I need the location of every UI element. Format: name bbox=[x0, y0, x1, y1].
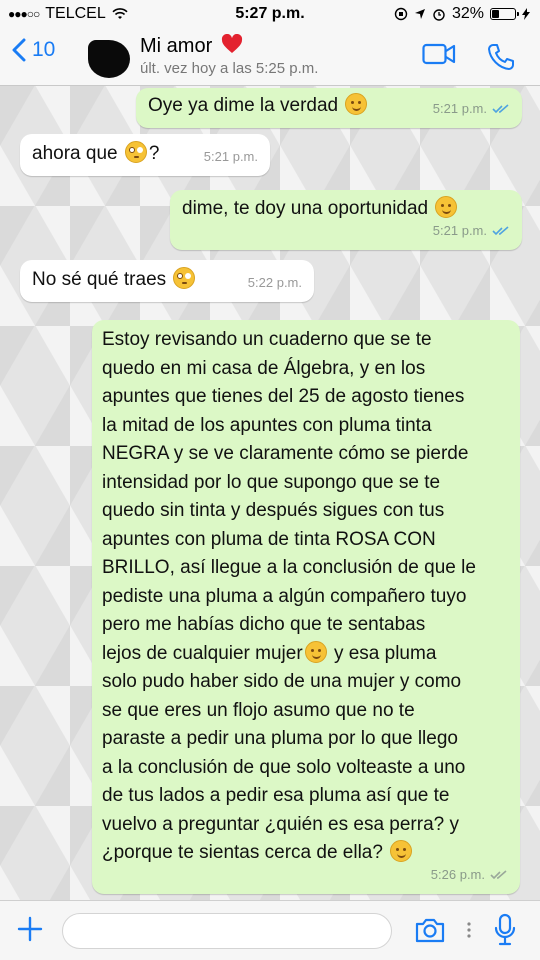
voice-call-button[interactable] bbox=[486, 42, 516, 77]
message-text: No sé qué traes bbox=[32, 269, 167, 290]
smile-emoji bbox=[390, 840, 413, 862]
message-bubble-outgoing[interactable]: dime, te doy una oportunidad 5:21 p.m. bbox=[170, 190, 522, 250]
message-text: dime, te doy una oportunidad bbox=[182, 198, 429, 219]
vertical-dots-icon bbox=[467, 922, 471, 938]
message-text: Oye ya dime la verdad bbox=[148, 95, 339, 116]
alarm-icon bbox=[433, 9, 445, 21]
message-time: 5:21 p.m. bbox=[432, 222, 487, 238]
more-options-button[interactable] bbox=[466, 921, 472, 944]
delivered-receipt-icon bbox=[490, 870, 507, 879]
input-bar bbox=[0, 900, 540, 960]
message-bubble-outgoing[interactable]: Oye ya dime la verdad 5:21 p.m. bbox=[136, 88, 522, 128]
camera-button[interactable] bbox=[414, 916, 446, 949]
smile-emoji bbox=[435, 196, 458, 218]
message-bubble-incoming[interactable]: No sé qué traes 5:22 p.m. bbox=[20, 260, 314, 302]
message-time: 5:21 p.m. bbox=[432, 100, 487, 116]
message-time: 5:22 p.m. bbox=[247, 274, 302, 290]
message-time: 5:26 p.m. bbox=[430, 866, 485, 882]
message-text: Estoy revisando un cuaderno que se te qu… bbox=[102, 326, 514, 868]
smile-emoji bbox=[345, 93, 368, 115]
flushed-emoji bbox=[124, 141, 147, 163]
contact-name-text: Mi amor bbox=[140, 35, 213, 57]
message-text-part1: Estoy revisando un cuaderno que se te qu… bbox=[102, 329, 476, 664]
status-right: 32% bbox=[394, 5, 530, 23]
charging-bolt-icon bbox=[522, 8, 530, 20]
battery-percent: 32% bbox=[451, 5, 484, 22]
contact-name[interactable]: Mi amor bbox=[140, 33, 243, 58]
message-bubble-outgoing[interactable]: Estoy revisando un cuaderno que se te qu… bbox=[92, 320, 520, 894]
video-camera-icon bbox=[422, 43, 456, 65]
message-meta: 5:22 p.m. bbox=[248, 269, 302, 298]
smile-emoji bbox=[304, 640, 327, 663]
phone-icon bbox=[488, 44, 514, 70]
read-receipt-icon bbox=[492, 104, 509, 113]
heart-icon bbox=[221, 33, 242, 53]
chat-header: 10 Mi amor últ. vez hoy a las 5:25 p.m. bbox=[0, 28, 540, 86]
unread-count: 10 bbox=[32, 38, 56, 61]
back-button[interactable]: 10 bbox=[12, 38, 55, 62]
last-seen: últ. vez hoy a las 5:25 p.m. bbox=[140, 60, 319, 77]
voice-message-button[interactable] bbox=[494, 913, 516, 952]
message-suffix: ? bbox=[148, 143, 160, 164]
message-text-part2: y esa pluma solo pudo haber sido de una … bbox=[102, 642, 466, 864]
message-time: 5:21 p.m. bbox=[203, 148, 258, 164]
read-receipt-icon bbox=[492, 226, 509, 235]
location-arrow-icon bbox=[414, 9, 425, 19]
avatar[interactable] bbox=[88, 40, 130, 78]
message-meta: 5:21 p.m. bbox=[204, 143, 258, 172]
attach-button[interactable] bbox=[16, 915, 44, 948]
message-meta: 5:21 p.m. bbox=[433, 217, 510, 246]
message-meta: 5:21 p.m. bbox=[433, 95, 510, 124]
microphone-icon bbox=[494, 913, 516, 946]
message-text: ahora que bbox=[32, 143, 118, 164]
video-call-button[interactable] bbox=[422, 42, 456, 71]
chevron-left-icon bbox=[12, 38, 26, 62]
battery-icon bbox=[490, 8, 519, 20]
flushed-emoji bbox=[173, 267, 196, 289]
plus-icon bbox=[17, 916, 43, 942]
screen-rotation-lock-icon bbox=[394, 7, 408, 21]
message-bubble-incoming[interactable]: ahora que ? 5:21 p.m. bbox=[20, 134, 270, 176]
status-bar: ●●●○○ TELCEL 5:27 p.m. 32% bbox=[0, 0, 540, 28]
message-input[interactable] bbox=[62, 913, 392, 949]
camera-icon bbox=[415, 918, 445, 943]
chat-area[interactable]: Oye ya dime la verdad 5:21 p.m. ahora qu… bbox=[0, 86, 540, 900]
message-meta: 5:26 p.m. bbox=[431, 861, 508, 890]
battery-fill bbox=[492, 10, 499, 18]
